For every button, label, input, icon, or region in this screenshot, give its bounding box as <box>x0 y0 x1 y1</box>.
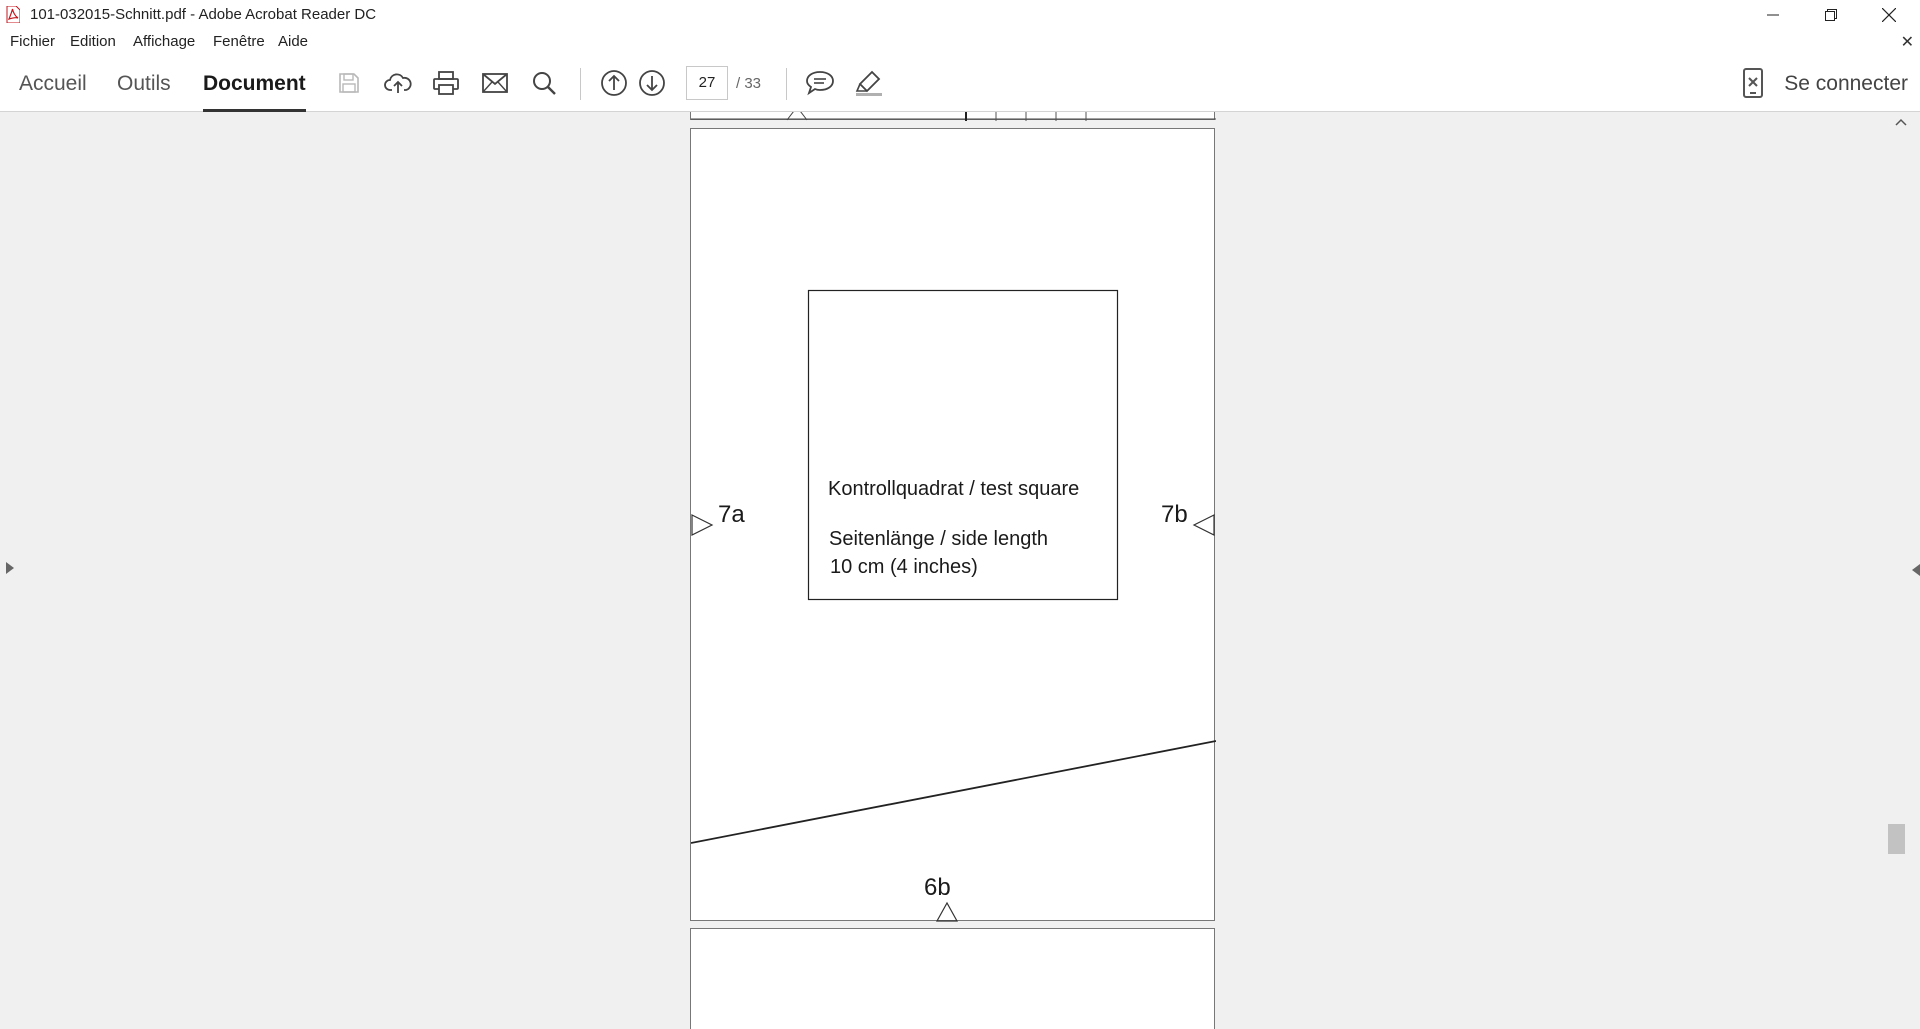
toolbar-separator <box>786 68 787 100</box>
page-up-icon <box>601 70 627 96</box>
scroll-up-arrow-icon[interactable] <box>1895 118 1907 126</box>
menu-edition[interactable]: Edition <box>70 33 116 50</box>
right-panel-toggle-icon[interactable] <box>1912 564 1920 576</box>
next-page <box>690 928 1215 1029</box>
close-document-icon[interactable]: ✕ <box>1901 32 1914 52</box>
menu-affichage[interactable]: Affichage <box>133 33 195 50</box>
toolbar: Accueil Outils Document 27 / 33 Se conne… <box>0 54 1920 112</box>
page-number-input[interactable]: 27 <box>686 66 728 100</box>
side-length-label: Seitenlänge / side length <box>829 528 1049 550</box>
tab-outils[interactable]: Outils <box>117 54 171 111</box>
title-bar: 101-032015-Schnitt.pdf - Adobe Acrobat R… <box>0 0 1920 30</box>
minimize-icon <box>1767 14 1779 16</box>
marker-label-7b: 7b <box>1161 501 1188 528</box>
save-button[interactable] <box>334 68 364 98</box>
print-button[interactable] <box>431 68 461 98</box>
pdf-page: Kontrollquadrat / test square Seitenläng… <box>690 128 1216 922</box>
close-icon <box>1882 8 1896 22</box>
pattern-drawing <box>691 289 1216 922</box>
close-window-button[interactable] <box>1860 0 1918 30</box>
menu-aide[interactable]: Aide <box>278 33 308 50</box>
previous-page <box>690 112 1216 121</box>
toolbar-separator <box>580 68 581 100</box>
restore-button[interactable] <box>1802 0 1860 30</box>
upload-cloud-button[interactable] <box>383 68 413 98</box>
search-button[interactable] <box>529 68 559 98</box>
comment-icon <box>806 71 834 96</box>
previous-page-button[interactable] <box>599 68 629 98</box>
highlight-icon <box>855 70 882 96</box>
test-square-title: Kontrollquadrat / test square <box>828 478 1080 500</box>
document-viewer[interactable]: Kontrollquadrat / test square Seitenläng… <box>0 112 1886 1029</box>
search-icon <box>533 72 556 95</box>
vertical-scrollbar[interactable] <box>1886 112 1920 1029</box>
restore-icon <box>1825 9 1837 21</box>
highlight-button[interactable] <box>854 68 884 98</box>
page-total: / 33 <box>736 75 762 92</box>
menu-fenetre[interactable]: Fenêtre <box>213 33 265 50</box>
window-title: 101-032015-Schnitt.pdf - Adobe Acrobat R… <box>30 6 377 23</box>
comment-button[interactable] <box>805 68 835 98</box>
save-icon <box>339 73 359 93</box>
menu-bar: Fichier Edition Affichage Fenêtre Aide ✕ <box>0 30 1920 54</box>
menu-fichier[interactable]: Fichier <box>10 33 55 50</box>
tab-accueil[interactable]: Accueil <box>19 54 87 111</box>
email-icon <box>482 73 508 93</box>
scrollbar-thumb[interactable] <box>1888 824 1905 854</box>
cloud-upload-icon <box>384 73 412 93</box>
mobile-signin-icon <box>1743 68 1763 98</box>
marker-label-7a: 7a <box>718 501 745 528</box>
email-button[interactable] <box>480 68 510 98</box>
next-page-button[interactable] <box>637 68 667 98</box>
print-icon <box>433 71 459 95</box>
sign-in-button[interactable]: Se connecter <box>1784 54 1908 112</box>
previous-page-drawing <box>691 112 1216 121</box>
page-down-icon <box>639 70 665 96</box>
tab-document[interactable]: Document <box>203 54 306 112</box>
minimize-button[interactable] <box>1744 0 1802 30</box>
acrobat-pdf-icon <box>6 6 20 23</box>
marker-label-6b: 6b <box>924 874 951 901</box>
side-length-value: 10 cm (4 inches) <box>830 556 978 578</box>
left-panel-toggle-icon[interactable] <box>6 562 14 574</box>
